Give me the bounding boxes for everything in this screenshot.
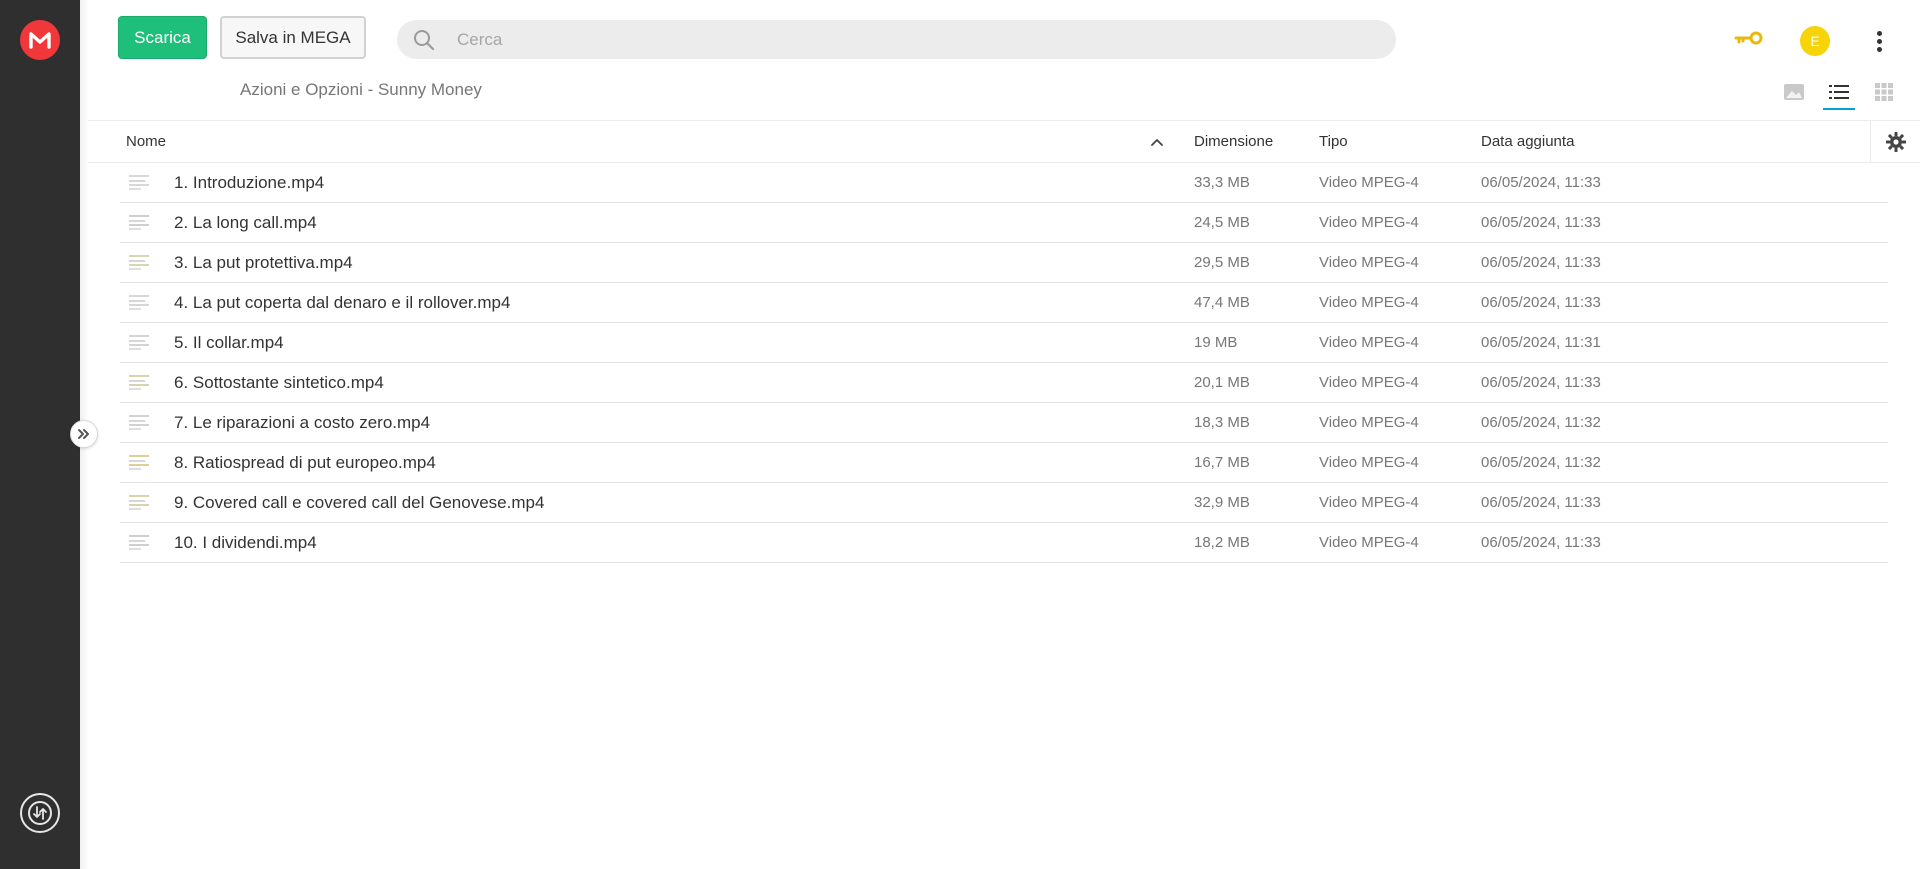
expand-sidebar-icon[interactable] bbox=[70, 420, 98, 448]
file-name: 9. Covered call e covered call del Genov… bbox=[174, 493, 545, 512]
file-name: 10. I dividendi.mp4 bbox=[174, 533, 317, 552]
save-to-mega-button[interactable]: Salva in MEGA bbox=[220, 16, 366, 59]
video-thumbnail-icon bbox=[128, 532, 150, 552]
table-row[interactable]: 4. La put coperta dal denaro e il rollov… bbox=[120, 283, 1888, 323]
file-date-added: 06/05/2024, 11:33 bbox=[1481, 214, 1601, 231]
file-type: Video MPEG-4 bbox=[1319, 214, 1419, 231]
search-input[interactable] bbox=[455, 28, 1355, 51]
file-date-added: 06/05/2024, 11:33 bbox=[1481, 534, 1601, 551]
video-thumbnail-icon bbox=[128, 292, 150, 312]
video-thumbnail-icon bbox=[128, 372, 150, 392]
table-header: Nome Dimensione Tipo Data aggiunta bbox=[88, 121, 1920, 163]
menu-dot bbox=[1876, 46, 1882, 52]
file-type: Video MPEG-4 bbox=[1319, 294, 1419, 311]
mega-m-glyph bbox=[29, 32, 51, 49]
more-menu-icon[interactable] bbox=[1869, 26, 1889, 56]
sort-ascending-icon[interactable] bbox=[1150, 135, 1164, 149]
search-bar[interactable] bbox=[397, 20, 1396, 59]
file-name: 3. La put protettiva.mp4 bbox=[174, 253, 353, 272]
file-date-added: 06/05/2024, 11:32 bbox=[1481, 454, 1601, 471]
column-settings-icon[interactable] bbox=[1870, 121, 1920, 163]
file-size: 33,3 MB bbox=[1194, 174, 1250, 191]
file-type: Video MPEG-4 bbox=[1319, 454, 1419, 471]
file-type: Video MPEG-4 bbox=[1319, 414, 1419, 431]
download-button[interactable]: Scarica bbox=[118, 16, 207, 59]
transfer-arrows-glyph bbox=[28, 801, 52, 825]
video-thumbnail-icon bbox=[128, 252, 150, 272]
search-icon bbox=[411, 27, 437, 53]
table-row[interactable]: 6. Sottostante sintetico.mp4 20,1 MB Video… bbox=[120, 363, 1888, 403]
file-type: Video MPEG-4 bbox=[1319, 494, 1419, 511]
avatar[interactable]: E bbox=[1800, 26, 1830, 56]
file-list: 1. Introduzione.mp4 33,3 MB Video MPEG-4 06… bbox=[120, 163, 1888, 563]
file-name: 2. La long call.mp4 bbox=[174, 213, 317, 232]
media-view-icon[interactable] bbox=[1780, 78, 1808, 106]
file-date-added: 06/05/2024, 11:33 bbox=[1481, 174, 1601, 191]
column-header-name[interactable]: Nome bbox=[126, 121, 166, 163]
grid-view-icon[interactable] bbox=[1870, 78, 1898, 106]
table-row[interactable]: 1. Introduzione.mp4 33,3 MB Video MPEG-4 06… bbox=[120, 163, 1888, 203]
file-size: 47,4 MB bbox=[1194, 294, 1250, 311]
table-row[interactable]: 10. I dividendi.mp4 18,2 MB Video MPEG-4 06… bbox=[120, 523, 1888, 563]
video-thumbnail-icon bbox=[128, 452, 150, 472]
file-date-added: 06/05/2024, 11:31 bbox=[1481, 334, 1601, 351]
file-name: 4. La put coperta dal denaro e il rollov… bbox=[174, 293, 511, 312]
file-name: 8. Ratiospread di put europeo.mp4 bbox=[174, 453, 436, 472]
table-row[interactable]: 7. Le riparazioni a costo zero.mp4 18,3 M… bbox=[120, 403, 1888, 443]
file-date-added: 06/05/2024, 11:33 bbox=[1481, 494, 1601, 511]
file-type: Video MPEG-4 bbox=[1319, 254, 1419, 271]
file-size: 19 MB bbox=[1194, 334, 1238, 351]
file-name: 5. Il collar.mp4 bbox=[174, 333, 284, 352]
file-date-added: 06/05/2024, 11:32 bbox=[1481, 414, 1601, 431]
file-name: 7. Le riparazioni a costo zero.mp4 bbox=[174, 413, 431, 432]
file-size: 24,5 MB bbox=[1194, 214, 1250, 231]
mega-logo-icon[interactable] bbox=[20, 20, 60, 60]
transfer-manager-icon[interactable] bbox=[20, 793, 60, 833]
video-thumbnail-icon bbox=[128, 412, 150, 432]
column-header-date[interactable]: Data aggiunta bbox=[1481, 121, 1574, 163]
table-row[interactable]: 5. Il collar.mp4 19 MB Video MPEG-4 06/05/2… bbox=[120, 323, 1888, 363]
video-thumbnail-icon bbox=[128, 172, 150, 192]
column-header-type[interactable]: Tipo bbox=[1319, 121, 1348, 163]
video-thumbnail-icon bbox=[128, 492, 150, 512]
file-type: Video MPEG-4 bbox=[1319, 334, 1419, 351]
file-type: Video MPEG-4 bbox=[1319, 174, 1419, 191]
column-header-size[interactable]: Dimensione bbox=[1194, 121, 1273, 163]
table-row[interactable]: 9. Covered call e covered call del Genov… bbox=[120, 483, 1888, 523]
file-name: 6. Sottostante sintetico.mp4 bbox=[174, 373, 384, 392]
list-view-icon[interactable] bbox=[1823, 78, 1855, 110]
key-icon[interactable] bbox=[1733, 28, 1765, 48]
double-chevron-right-icon bbox=[78, 429, 89, 439]
table-row[interactable]: 2. La long call.mp4 24,5 MB Video MPEG-4 06… bbox=[120, 203, 1888, 243]
file-size: 18,3 MB bbox=[1194, 414, 1250, 431]
table-row[interactable]: 3. La put protettiva.mp4 29,5 MB Video MPE… bbox=[120, 243, 1888, 283]
file-size: 18,2 MB bbox=[1194, 534, 1250, 551]
video-thumbnail-icon bbox=[128, 332, 150, 352]
file-size: 32,9 MB bbox=[1194, 494, 1250, 511]
breadcrumb[interactable]: Azioni e Opzioni - Sunny Money bbox=[240, 80, 482, 100]
menu-dot bbox=[1876, 30, 1882, 36]
left-rail bbox=[0, 0, 80, 869]
gear-icon bbox=[1885, 132, 1906, 152]
video-thumbnail-icon bbox=[128, 212, 150, 232]
menu-dot bbox=[1876, 38, 1882, 44]
file-type: Video MPEG-4 bbox=[1319, 374, 1419, 391]
file-size: 20,1 MB bbox=[1194, 374, 1250, 391]
file-date-added: 06/05/2024, 11:33 bbox=[1481, 294, 1601, 311]
table-row[interactable]: 8. Ratiospread di put europeo.mp4 16,7 MB… bbox=[120, 443, 1888, 483]
file-name: 1. Introduzione.mp4 bbox=[174, 173, 325, 192]
file-date-added: 06/05/2024, 11:33 bbox=[1481, 374, 1601, 391]
file-type: Video MPEG-4 bbox=[1319, 534, 1419, 551]
file-date-added: 06/05/2024, 11:33 bbox=[1481, 254, 1601, 271]
file-size: 16,7 MB bbox=[1194, 454, 1250, 471]
file-size: 29,5 MB bbox=[1194, 254, 1250, 271]
